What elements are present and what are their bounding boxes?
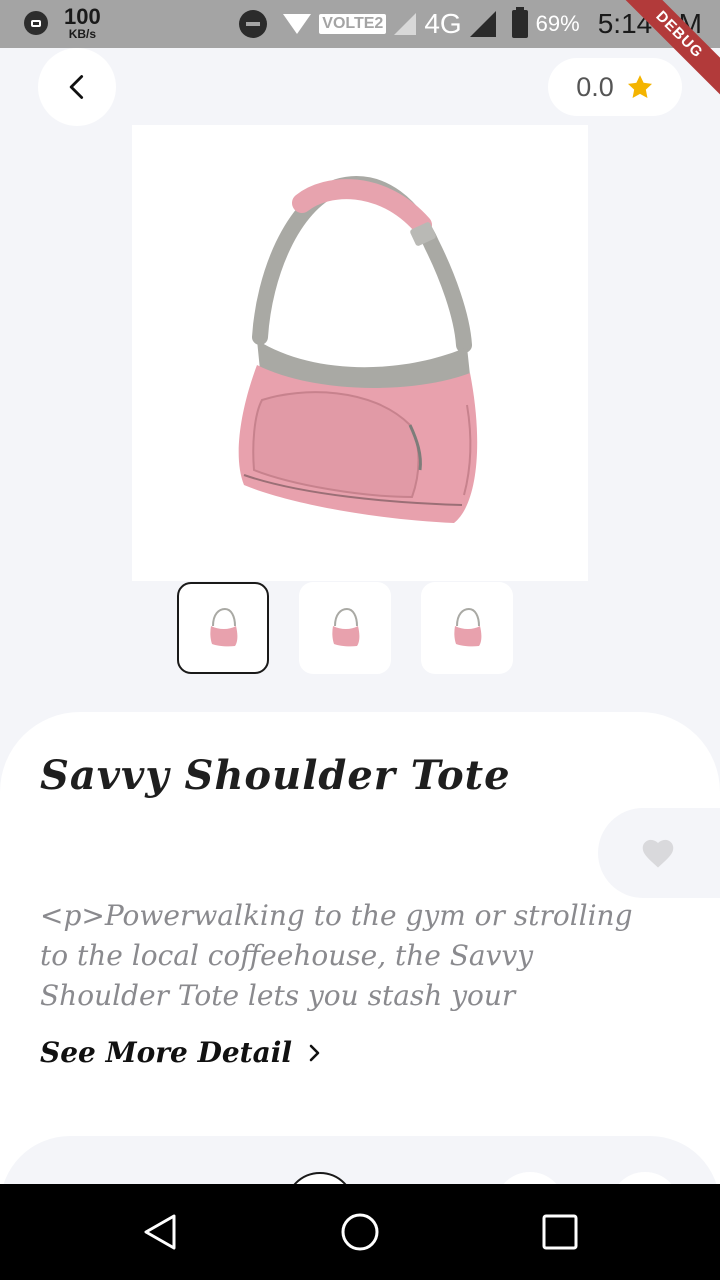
network-type: 4G <box>424 8 462 39</box>
nav-recents-button[interactable] <box>534 1206 586 1258</box>
do-not-disturb-icon <box>239 10 268 38</box>
see-more-label: See More Detail <box>40 1036 293 1069</box>
bag-thumbnail-icon <box>210 607 238 647</box>
screen-record-icon <box>24 11 48 35</box>
heart-icon <box>642 839 674 868</box>
battery-percent: 69% <box>535 11 580 36</box>
thumbnail-list <box>177 582 513 674</box>
hotspot-icon <box>283 14 312 34</box>
system-nav-bar <box>0 1184 720 1280</box>
square-recents-icon <box>542 1214 578 1250</box>
favorite-button[interactable] <box>598 808 720 898</box>
chevron-left-icon <box>69 75 84 99</box>
nav-back-button[interactable] <box>134 1206 186 1258</box>
triangle-back-icon <box>144 1214 176 1250</box>
rating-badge: 0.0 <box>548 58 682 116</box>
speed-unit: KB/s <box>68 27 97 41</box>
see-more-detail-link[interactable]: See More Detail <box>40 1036 324 1069</box>
product-image <box>132 125 588 581</box>
signal-sim2-icon <box>394 13 417 35</box>
product-description: <p>Powerwalking to the gym or strolling … <box>40 899 633 1012</box>
chevron-right-icon <box>309 1044 320 1061</box>
status-bar: 100 KB/s VOLTE2 4G 69% 5:14 PM <box>0 0 720 48</box>
nav-home-button[interactable] <box>334 1206 386 1258</box>
pink-shoulder-bag-icon <box>238 176 478 523</box>
signal-sim1-icon <box>469 11 496 37</box>
bag-thumbnail-icon <box>454 607 482 647</box>
back-button[interactable] <box>38 48 116 126</box>
speed-value: 100 <box>64 4 101 29</box>
bag-thumbnail-icon <box>332 607 360 647</box>
thumbnail-1[interactable] <box>177 582 269 674</box>
product-title: Savvy Shoulder Tote <box>40 752 511 799</box>
network-speed: 100 KB/s <box>64 4 101 41</box>
thumbnail-2[interactable] <box>299 582 391 674</box>
star-icon <box>627 75 652 98</box>
circle-home-icon <box>341 1213 379 1251</box>
thumbnail-3[interactable] <box>421 582 513 674</box>
rating-value: 0.0 <box>576 71 614 102</box>
volte-badge: VOLTE2 <box>319 14 387 34</box>
battery-icon <box>511 7 528 38</box>
